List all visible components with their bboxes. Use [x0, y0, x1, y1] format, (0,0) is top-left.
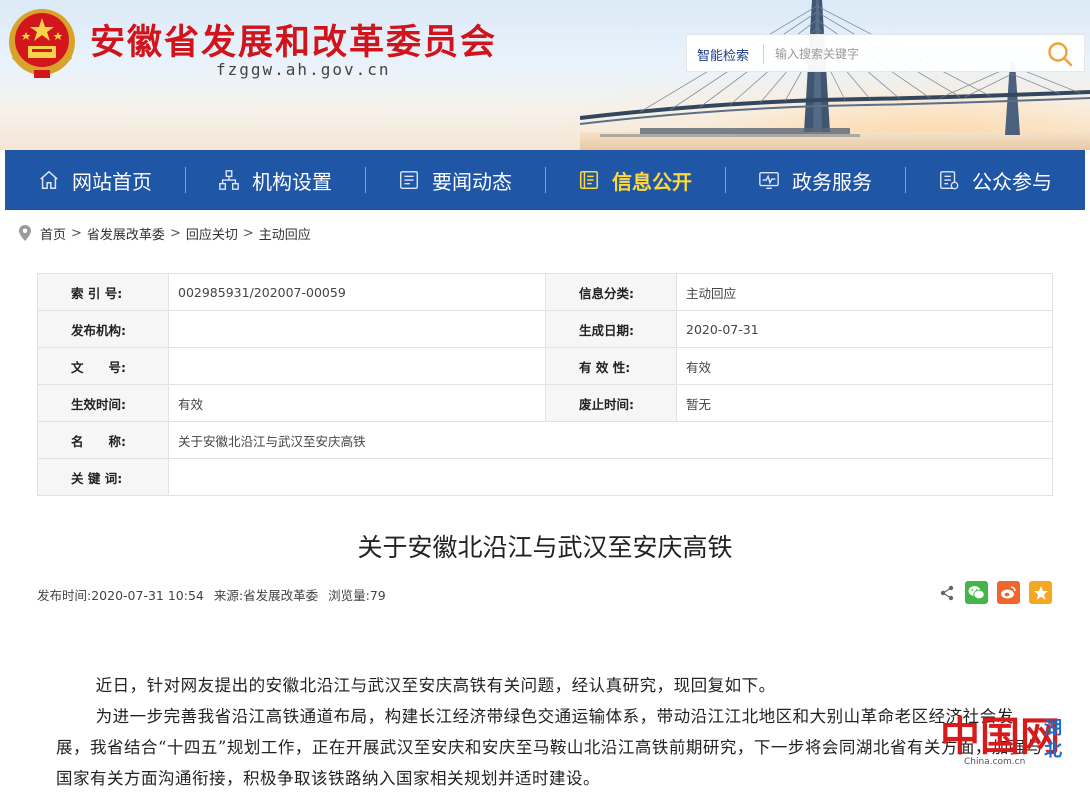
nav-item-home[interactable]: 网站首页	[5, 150, 185, 210]
created-date-value: 2020-07-31	[676, 310, 1053, 348]
table-row: 名 称: 关于安徽北沿江与武汉至安庆高铁	[37, 421, 1053, 459]
views-value: 79	[369, 588, 386, 603]
national-emblem-icon	[9, 9, 75, 78]
source-value: 省发展改革委	[243, 588, 319, 603]
org-chart-icon	[219, 170, 239, 190]
site-title[interactable]: 安徽省发展和改革委员会	[90, 14, 497, 65]
home-icon	[40, 170, 58, 189]
index-number-value: 002985931/202007-00059	[168, 273, 546, 311]
smart-search-label[interactable]: 智能检索	[697, 45, 749, 64]
breadcrumb-respond-concerns[interactable]: 回应关切	[186, 224, 238, 243]
qzone-share-button[interactable]	[1029, 581, 1052, 604]
breadcrumb-separator: >	[71, 225, 82, 241]
nav-item-label: 要闻动态	[432, 169, 512, 194]
views: 浏览量:79	[328, 585, 386, 604]
main-nav: 网站首页 机构设置 要闻动态 信息公开 政务服务 公众参与	[5, 150, 1085, 210]
site-header: 安徽省发展和改革委员会 fzggw.ah.gov.cn 智能检索	[0, 0, 1090, 150]
search-input[interactable]	[775, 42, 1030, 66]
watermark-region: 湖北	[1044, 718, 1062, 761]
breadcrumb-active-response[interactable]: 主动回应	[259, 224, 311, 243]
table-row: 索 引 号: 002985931/202007-00059 信息分类: 主动回应	[37, 273, 1053, 311]
breadcrumb-home[interactable]: 首页	[40, 224, 66, 243]
breadcrumb: 首页 > 省发展改革委 > 回应关切 > 主动回应	[18, 222, 311, 244]
bridge-banner-image	[580, 0, 1090, 150]
source: 来源:省发展改革委	[214, 585, 318, 604]
effective-time-label: 生效时间:	[37, 384, 169, 422]
article-body: 近日，针对网友提出的安徽北沿江与武汉至安庆高铁有关问题，经认真研究，现回复如下。…	[56, 670, 1046, 794]
nav-item-label: 公众参与	[972, 169, 1052, 194]
weibo-share-button[interactable]	[997, 581, 1020, 604]
validity-label: 有 效 性:	[545, 347, 677, 385]
keywords-label: 关 键 词:	[37, 458, 169, 496]
breadcrumb-ndrc[interactable]: 省发展改革委	[87, 224, 165, 243]
info-category-value: 主动回应	[676, 273, 1053, 311]
article-title: 关于安徽北沿江与武汉至安庆高铁	[357, 533, 733, 562]
watermark-domain: China.com.cn	[964, 757, 1025, 767]
site-domain: fzggw.ah.gov.cn	[216, 60, 391, 79]
name-label: 名 称:	[37, 421, 169, 459]
views-label: 浏览量:	[328, 588, 370, 603]
article-paragraph: 近日，针对网友提出的安徽北沿江与武汉至安庆高铁有关问题，经认真研究，现回复如下。	[95, 676, 776, 695]
news-icon	[400, 171, 418, 189]
table-row: 文 号: 有 效 性: 有效	[37, 347, 1053, 385]
created-date-label: 生成日期:	[545, 310, 677, 348]
document-info-table: 索 引 号: 002985931/202007-00059 信息分类: 主动回应…	[37, 273, 1053, 496]
table-row: 生效时间: 有效 废止时间: 暂无	[37, 384, 1053, 422]
effective-time-value: 有效	[168, 384, 546, 422]
nav-item-news[interactable]: 要闻动态	[365, 150, 545, 210]
publisher-value	[168, 310, 546, 348]
breadcrumb-separator: >	[169, 225, 181, 241]
location-pin-icon	[19, 225, 31, 241]
search-icon[interactable]	[1046, 40, 1074, 68]
repeal-time-value: 暂无	[676, 384, 1053, 422]
article-paragraph: 为进一步完善我省沿江高铁通道布局，构建长江经济带绿色交通运输体系，带动沿江江北地…	[56, 707, 1043, 788]
nav-item-label: 信息公开	[612, 169, 692, 194]
publish-time-label: 发布时间:	[37, 588, 92, 603]
search-box: 智能检索	[686, 34, 1085, 72]
wechat-share-button[interactable]	[965, 581, 988, 604]
nav-item-public-participation[interactable]: 公众参与	[905, 150, 1085, 210]
breadcrumb-separator: >	[242, 225, 254, 241]
table-row: 关 键 词:	[37, 458, 1053, 496]
doc-number-label: 文 号:	[37, 347, 169, 385]
nav-item-gov-service[interactable]: 政务服务	[725, 150, 905, 210]
source-label: 来源:	[213, 588, 244, 603]
watermark-brand: 中国网	[940, 714, 1060, 760]
publish-time-value: 2020-07-31 10:54	[91, 588, 204, 603]
article-meta: 发布时间:2020-07-31 10:54 来源:省发展改革委 浏览量:79	[37, 585, 386, 604]
participation-form-icon	[940, 171, 959, 190]
publish-time: 发布时间:2020-07-31 10:54	[37, 585, 204, 604]
service-monitor-icon	[759, 171, 779, 189]
doc-number-value	[168, 347, 546, 385]
share-icon[interactable]	[938, 584, 956, 602]
publisher-label: 发布机构:	[37, 310, 169, 348]
info-category-label: 信息分类:	[545, 273, 677, 311]
weibo-icon	[1001, 586, 1016, 599]
nav-item-label: 政务服务	[792, 169, 872, 194]
repeal-time-label: 废止时间:	[545, 384, 677, 422]
nav-item-organization[interactable]: 机构设置	[185, 150, 365, 210]
keywords-value	[168, 458, 1053, 496]
share-bar	[938, 581, 1052, 604]
star-icon	[1033, 585, 1048, 600]
wechat-icon	[968, 586, 985, 600]
search-divider	[763, 44, 764, 64]
name-value: 关于安徽北沿江与武汉至安庆高铁	[168, 421, 1053, 459]
nav-item-info-disclosure[interactable]: 信息公开	[545, 150, 725, 210]
validity-value: 有效	[676, 347, 1053, 385]
nav-item-label: 机构设置	[252, 169, 332, 194]
china-com-cn-hubei-watermark: 中国网 China.com.cn 湖北	[940, 714, 1062, 767]
info-disclosure-icon	[579, 170, 599, 190]
index-number-label: 索 引 号:	[37, 273, 169, 311]
table-row: 发布机构: 生成日期: 2020-07-31	[37, 310, 1053, 348]
nav-item-label: 网站首页	[72, 169, 152, 194]
